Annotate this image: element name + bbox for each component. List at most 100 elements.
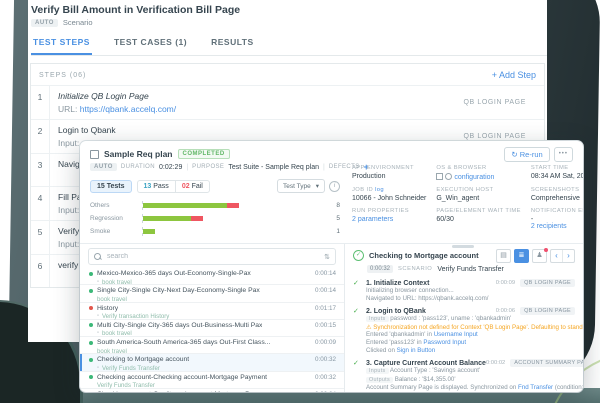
inline-link[interactable]: Fnd Transfer — [518, 384, 553, 391]
step-header: ✓3. Capture Current Account Balance0:00:… — [353, 359, 575, 367]
step-log-line: Outputs Balance : '$14,355.00' — [353, 376, 575, 385]
text-segment: Entered 'qbankadmin' in — [366, 331, 434, 338]
text-segment: (condition: exists) — [553, 384, 583, 391]
chart-category-label: Regression — [90, 215, 142, 222]
pass-dot-icon — [89, 289, 93, 293]
inline-link[interactable]: Password Input — [423, 339, 466, 346]
test-type-select[interactable]: Test Type▾ — [277, 179, 325, 193]
sort-icon[interactable]: ⇅ — [324, 253, 330, 261]
execution-step[interactable]: ✓2. Login to QBank0:00:06QB LOGIN PAGEIn… — [353, 307, 575, 354]
pass-dot-icon — [89, 375, 93, 379]
list-item[interactable]: Checking to Mortgage account0:00:32▫Veri… — [80, 354, 344, 371]
step-action-text: Login to Qbank — [58, 125, 289, 135]
defects-icon[interactable]: ♟ — [532, 249, 547, 263]
test-duration: 0:00:32 — [315, 374, 336, 381]
defect-badge — [544, 248, 548, 252]
fail-dot-icon — [89, 306, 93, 310]
search-input[interactable] — [105, 252, 320, 261]
screenshot-root: Verify Bill Amount in Verification Bill … — [0, 0, 600, 403]
text-segment: Balance : '$14,355.00' — [393, 376, 456, 383]
fail-count-chip[interactable]: 02 Fail — [175, 180, 210, 193]
purpose-label: PURPOSE — [192, 164, 224, 170]
chart-value: 5 — [324, 215, 340, 222]
info-cell: START TIME08:34 AM Sat, 20 Jul, 19 — [531, 165, 583, 181]
info-cell: APP ENVIRONMENTProduction — [352, 165, 426, 181]
tag-icon: ▫ — [97, 366, 99, 371]
pass-bar-segment — [143, 229, 155, 234]
prev-icon[interactable]: ‹ — [551, 250, 562, 262]
report-header: Sample Req plan COMPLETED ↻ Re-run ••• — [80, 141, 583, 159]
pass-count-chip[interactable]: 13 Pass — [137, 180, 175, 193]
info-label-link[interactable]: log — [375, 187, 384, 193]
text-segment: Initializing browser connection... — [366, 287, 454, 294]
test-name: South America-South America-365 days Out… — [97, 339, 270, 346]
more-button[interactable]: ••• — [554, 147, 573, 162]
step-log-line: Account Summary Page is displayed. Synch… — [353, 384, 575, 392]
pass-dot-icon — [89, 323, 93, 327]
info-label: RUN PROPERTIES — [352, 208, 426, 214]
scenario-meta: AUTO Scenario — [31, 18, 547, 27]
list-item[interactable]: Single City-Single City-Next Day-Economy… — [80, 285, 344, 302]
report-doc-icon[interactable]: ▤ — [496, 249, 511, 263]
step-header: ✓2. Login to QBank0:00:06QB LOGIN PAGE — [353, 307, 575, 315]
list-item[interactable]: Multi City-Single City-365 days Out-Busi… — [80, 320, 344, 337]
test-duration: 0:00:34 — [315, 391, 336, 392]
step-number: 6 — [31, 255, 50, 287]
step-log-line: Entered 'qbankadmin' in Username Input — [353, 331, 575, 339]
inline-link[interactable]: Sign in Button — [397, 347, 436, 354]
list-item[interactable]: South America-South America-365 days Out… — [80, 337, 344, 354]
step-log-line: Navigated to URL: https://qbank.accelq.c… — [353, 295, 575, 303]
list-view-icon[interactable]: ≣ — [514, 249, 529, 263]
pass-number: 13 — [144, 183, 152, 190]
pass-bar-segment — [143, 216, 191, 221]
add-step-button[interactable]: + Add Step — [492, 70, 536, 80]
step-number: 1 — [31, 86, 50, 119]
list-item[interactable]: Checking account-Checking account-Mortga… — [80, 372, 344, 389]
step-body: Initialize QB Login PageURL: https://qba… — [50, 86, 184, 119]
pass-bar-segment — [143, 203, 227, 208]
step-log-line: Inputs password : 'pass123', uname : 'qb… — [353, 315, 575, 324]
warning-text: ⚠ Synchronization not defined for Contex… — [366, 324, 583, 331]
rerun-button[interactable]: ↻ Re-run — [504, 147, 549, 162]
execution-step[interactable]: ✓3. Capture Current Account Balance0:00:… — [353, 359, 575, 392]
separator: | — [323, 164, 325, 171]
execution-step[interactable]: ✓1. Initialize Context0:00:09QB LOGIN PA… — [353, 279, 575, 302]
info-icon: i — [329, 181, 340, 192]
test-duration: 0:00:32 — [315, 356, 336, 363]
inline-link[interactable]: https://qbank.accelq.com/ — [80, 104, 176, 114]
scenario-label: SCENARIO — [398, 266, 432, 272]
scenario-name: Verify Funds Transfer — [437, 266, 504, 273]
tab-test-steps[interactable]: TEST STEPS — [31, 34, 92, 55]
step-page-badge: ACCOUNT SUMMARY PAGE — [510, 359, 583, 367]
tab-test-cases-1-[interactable]: TEST CASES (1) — [112, 34, 189, 55]
info-label: OS & BROWSER — [436, 165, 521, 171]
step-duration: 0:00:09 — [496, 280, 515, 286]
test-item-row: Single City-Single City-Next Day-Economy… — [89, 287, 336, 294]
next-icon[interactable]: › — [562, 250, 574, 262]
summary-chips: 15 Tests 13 Pass 02 Fail Test Type▾ i — [90, 179, 340, 193]
info-value: G_Win_agent — [436, 195, 521, 202]
search-bar[interactable]: ⇅ — [88, 248, 336, 265]
info-value-link[interactable]: 2 parameters — [352, 216, 393, 223]
test-duration: 0:00:14 — [315, 287, 336, 294]
context-page-badge: QB LOGIN PAGE — [463, 99, 544, 106]
chart-row: Regression 5 — [90, 214, 340, 223]
info-value-link[interactable]: 2 recipients — [531, 223, 567, 230]
purpose-value: Test Suite - Sample Req plan — [228, 164, 319, 171]
test-item-row: Checking to Mortgage account0:00:32 — [89, 356, 336, 363]
list-item[interactable]: Checking account-Credit card account-Mor… — [80, 389, 344, 392]
test-name: Multi City-Single City-365 days Out-Busi… — [97, 322, 262, 329]
chart-bar — [142, 201, 324, 210]
inline-link[interactable]: Username Input — [434, 331, 478, 338]
test-item-row: Multi City-Single City-365 days Out-Busi… — [89, 322, 336, 329]
step-duration: 0:00:02 — [486, 360, 505, 366]
tab-results[interactable]: RESULTS — [209, 34, 256, 55]
tests-count-chip[interactable]: 15 Tests — [90, 180, 132, 193]
chart-row: Smoke1 — [90, 227, 340, 236]
info-value-link[interactable]: configuration — [454, 174, 494, 181]
list-item[interactable]: History0:01:17▫Verify transaction Histor… — [80, 303, 344, 320]
table-row[interactable]: 1Initialize QB Login PageURL: https://qb… — [31, 85, 544, 119]
info-cell: NOTIFICATION EMAILS-2 recipients — [531, 208, 583, 230]
detail-duration: 0:00:32 — [367, 265, 393, 273]
list-item[interactable]: Mexico-Mexico-365 days Out-Economy-Singl… — [80, 268, 344, 285]
